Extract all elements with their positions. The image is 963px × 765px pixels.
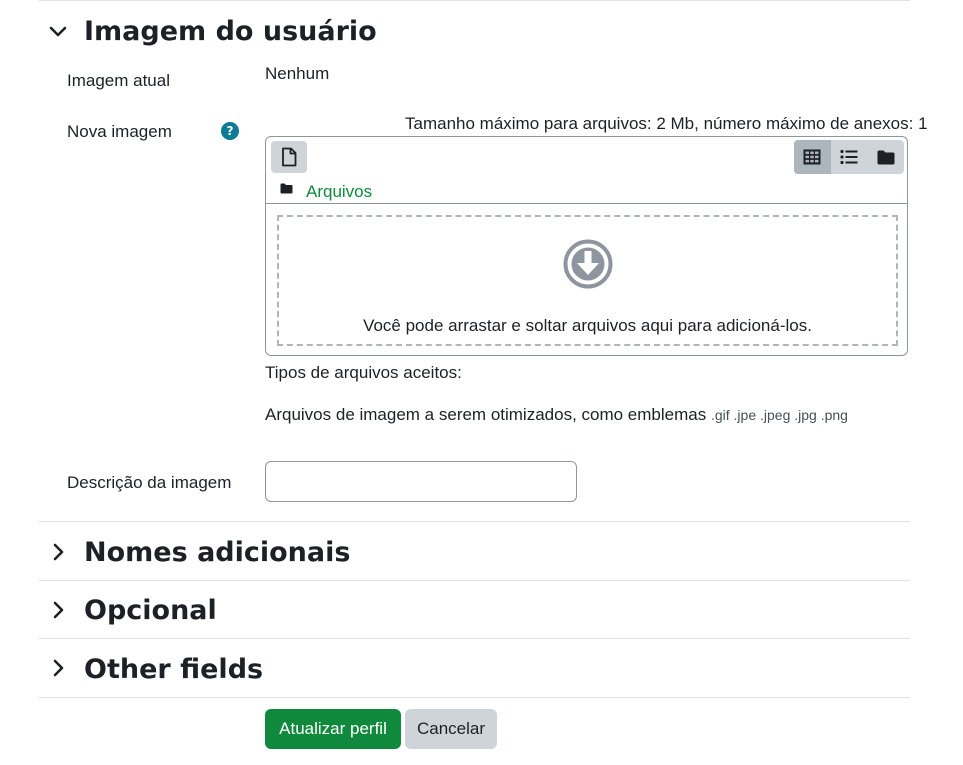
list-icon — [840, 149, 858, 165]
accepted-types-description: Arquivos de imagem a serem otimizados, c… — [265, 405, 707, 424]
divider — [39, 580, 910, 581]
path-link-files[interactable]: Arquivos — [306, 183, 372, 200]
divider — [39, 521, 910, 522]
accepted-types-line: Arquivos de imagem a serem otimizados, c… — [265, 406, 848, 423]
question-circle-icon[interactable]: ? — [221, 122, 239, 140]
divider — [39, 638, 910, 639]
download-arrow-icon — [563, 239, 613, 289]
current-image-label: Imagem atual — [67, 71, 170, 90]
chevron-down-icon[interactable] — [47, 21, 69, 43]
section-title-other-fields[interactable]: Other fields — [84, 656, 263, 683]
add-file-button[interactable] — [271, 141, 307, 173]
view-list-button[interactable] — [831, 140, 868, 174]
new-image-label: Nova imagem — [67, 122, 172, 141]
chevron-right-icon[interactable] — [48, 599, 70, 621]
image-description-label: Descrição da imagem — [67, 473, 232, 492]
accepted-types-extensions: .gif .jpe .jpeg .jpg .png — [710, 407, 848, 423]
file-icon — [282, 147, 297, 167]
file-manager-divider — [266, 203, 907, 204]
folder-icon — [877, 150, 895, 164]
divider-top — [39, 0, 910, 1]
view-tree-button[interactable] — [867, 140, 904, 174]
view-mode-group — [794, 140, 904, 174]
chevron-right-icon[interactable] — [48, 541, 70, 563]
dropzone-text: Você pode arrastar e soltar arquivos aqu… — [363, 316, 812, 335]
section-title-user-image[interactable]: Imagem do usuário — [84, 18, 377, 45]
view-icons-button[interactable] — [794, 140, 831, 174]
section-title-additional-names[interactable]: Nomes adicionais — [84, 539, 350, 566]
cancel-button[interactable]: Cancelar — [405, 709, 497, 749]
file-limits-text: Tamanho máximo para arquivos: 2 Mb, núme… — [405, 114, 928, 133]
section-title-optional[interactable]: Opcional — [84, 597, 217, 624]
chevron-right-icon[interactable] — [48, 657, 70, 679]
divider — [39, 697, 910, 698]
image-description-input[interactable] — [265, 461, 577, 502]
file-dropzone[interactable]: Você pode arrastar e soltar arquivos aqu… — [277, 215, 898, 346]
file-manager: Arquivos Você pode arrastar e soltar arq… — [265, 136, 908, 356]
accepted-types-label: Tipos de arquivos aceitos: — [265, 363, 462, 382]
grid-icon — [803, 149, 821, 165]
current-image-value: Nenhum — [265, 64, 330, 83]
update-profile-button[interactable]: Atualizar perfil — [265, 709, 401, 749]
folder-icon — [280, 183, 293, 194]
